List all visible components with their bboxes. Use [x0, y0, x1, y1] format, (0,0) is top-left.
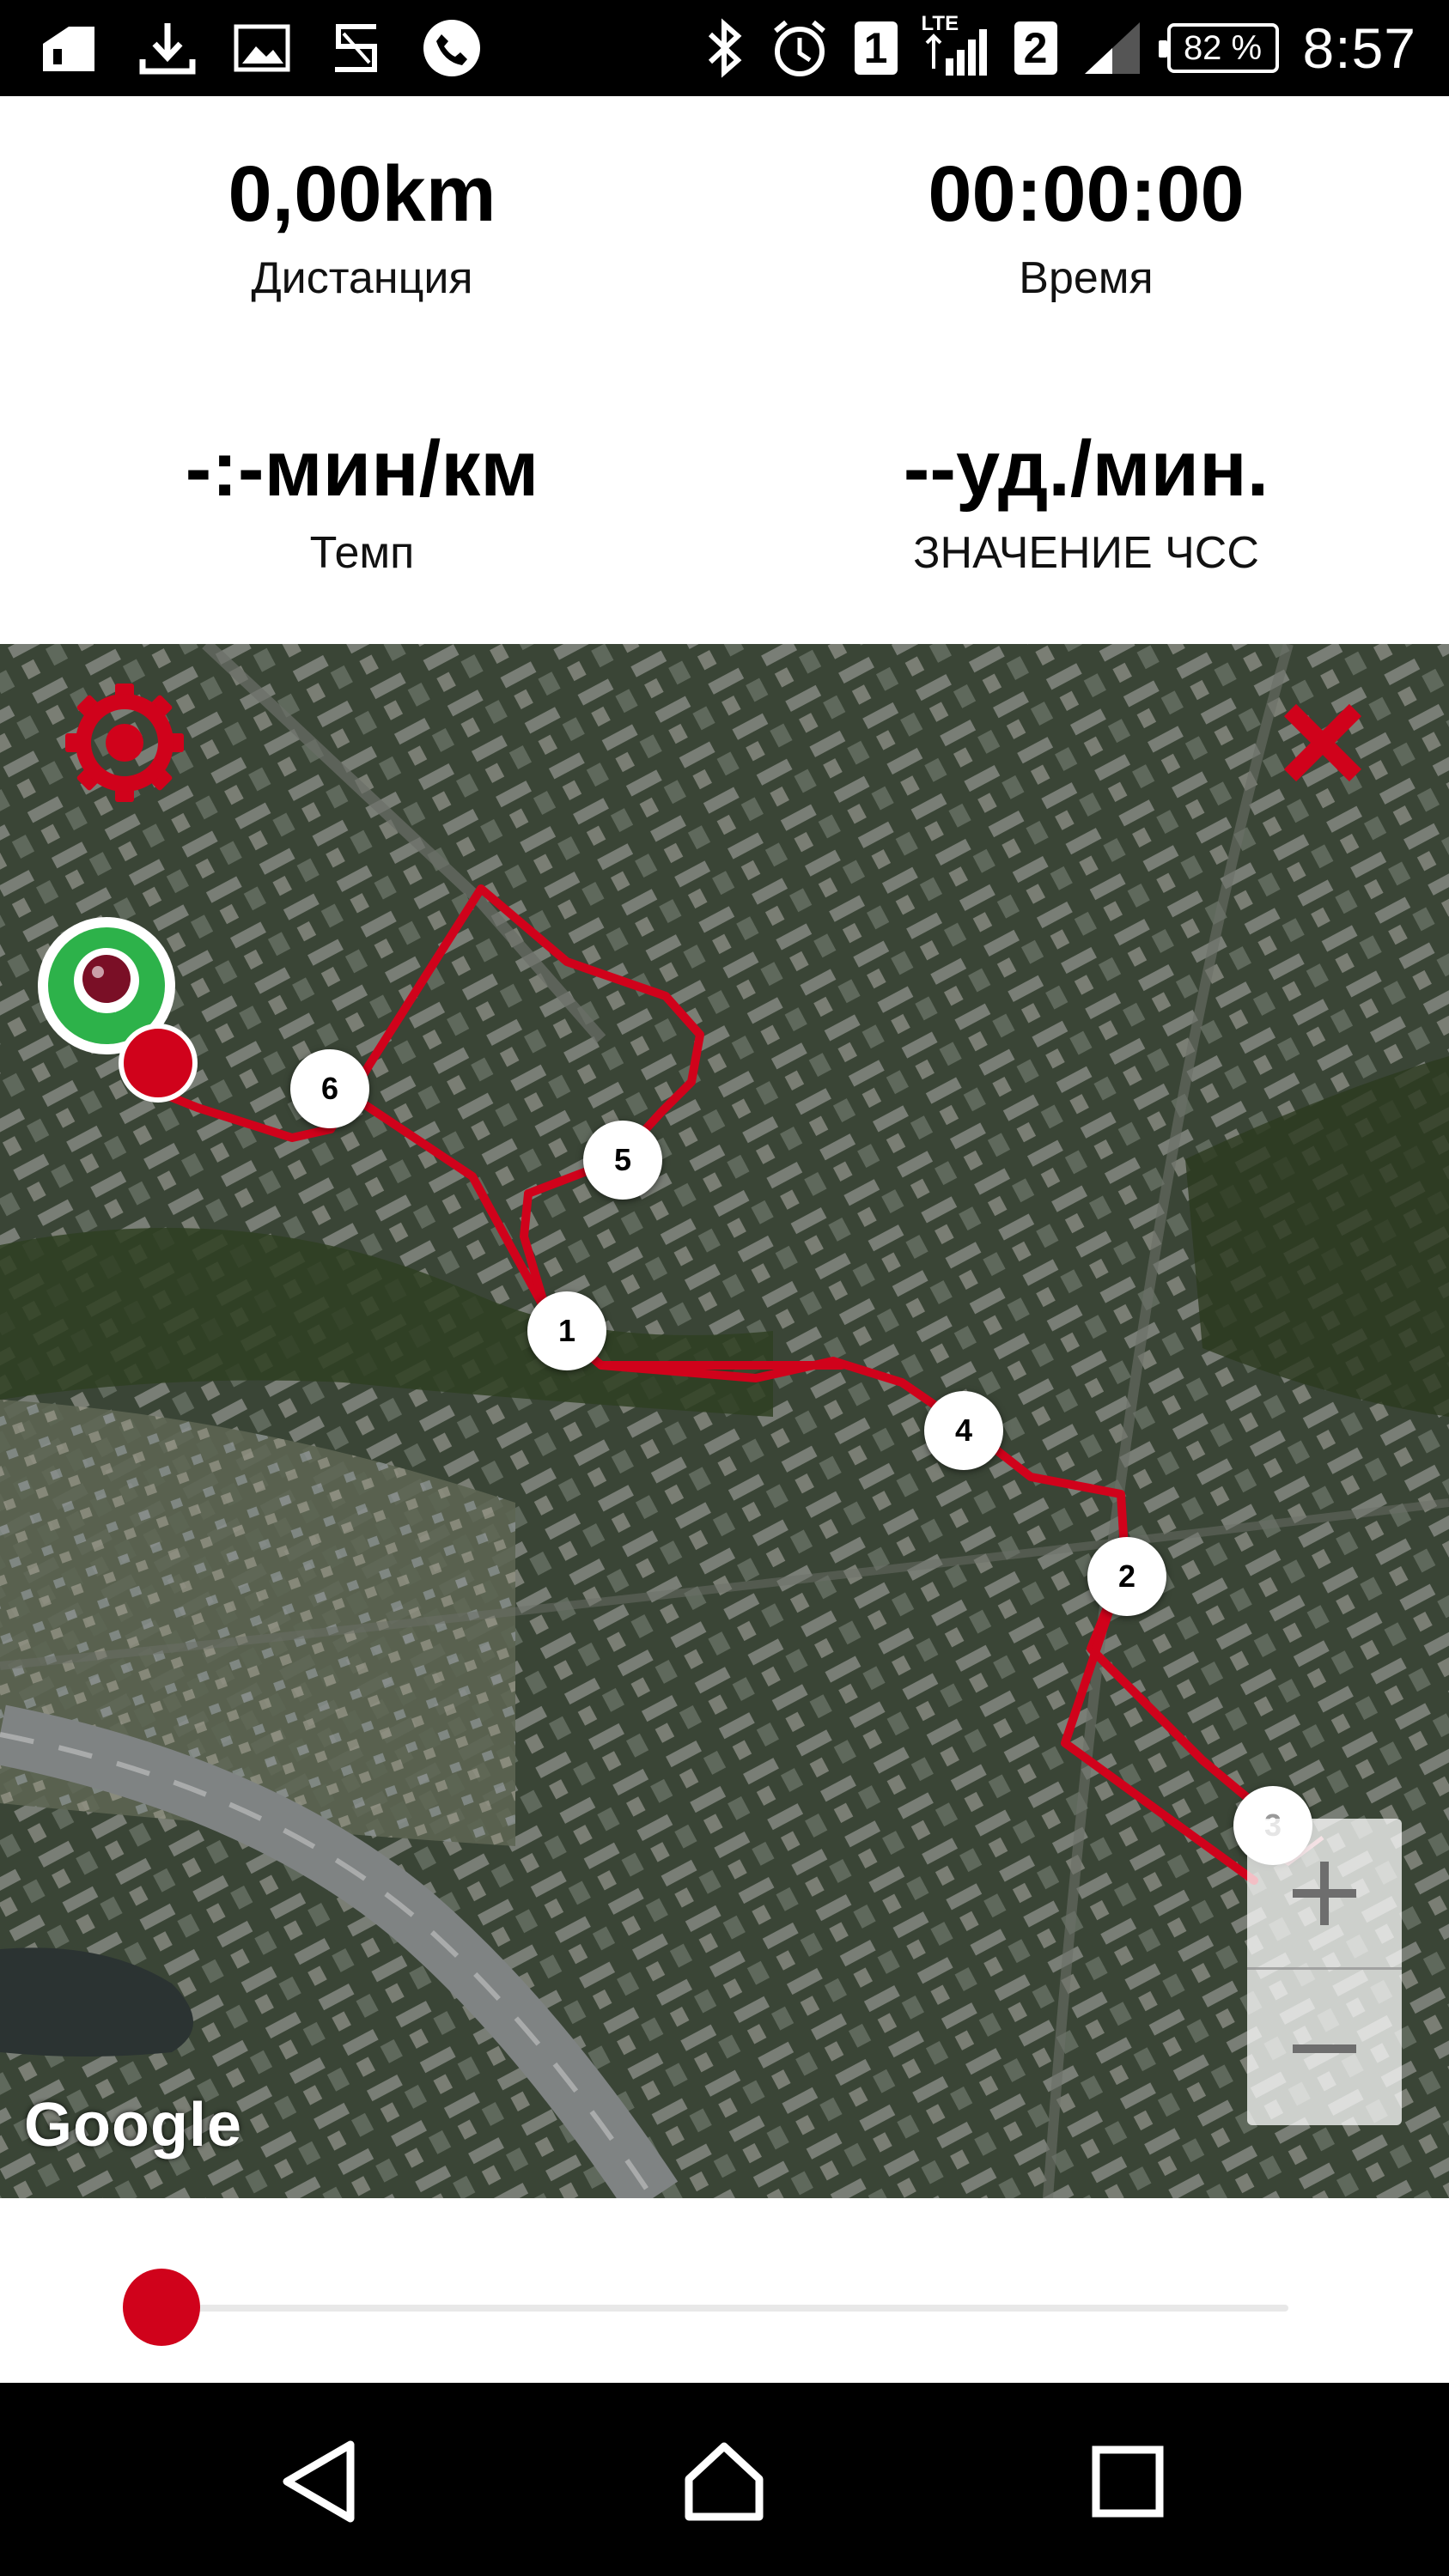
back-button[interactable] — [266, 2426, 378, 2537]
distance-label: Дистанция — [251, 253, 473, 303]
minus-icon — [1293, 2044, 1356, 2053]
zoom-in-button[interactable] — [1247, 1819, 1402, 1970]
bluetooth-icon — [705, 17, 745, 79]
route-marker[interactable]: 2 — [1087, 1537, 1166, 1616]
zoom-out-button[interactable] — [1247, 1973, 1402, 2124]
sim2-badge: 2 — [1014, 21, 1057, 75]
marker-label: 6 — [320, 1071, 339, 1106]
time-stat: 00:00:00 Время — [724, 155, 1448, 301]
heart-rate-value: --уд./мин. — [903, 425, 1269, 513]
plus-icon — [1293, 1861, 1356, 1925]
google-attribution: Google — [24, 2091, 242, 2160]
back-icon — [283, 2440, 355, 2523]
close-icon — [1283, 703, 1362, 782]
marker-label: 4 — [954, 1413, 973, 1448]
route-marker[interactable]: 4 — [924, 1391, 1003, 1470]
home-icon — [685, 2442, 764, 2521]
battery-indicator: 82 % — [1158, 23, 1279, 73]
phone-call-icon — [421, 17, 483, 79]
route-marker[interactable]: 5 — [583, 1121, 662, 1200]
close-button[interactable] — [1280, 700, 1366, 786]
marker-label: 2 — [1117, 1558, 1136, 1594]
settings-button[interactable] — [60, 678, 189, 807]
status-bar: 1 LTE 2 82 % 8:57 — [0, 0, 1449, 96]
playback-slider[interactable] — [0, 2198, 1449, 2383]
signal-icon: LTE — [922, 12, 990, 79]
status-right-icons: 1 LTE 2 82 % 8:57 — [705, 0, 1416, 96]
download-icon — [137, 18, 198, 78]
route-marker[interactable]: 1 — [527, 1291, 606, 1370]
distance-stat: 0,00km Дистанция — [0, 155, 724, 301]
navigation-bar — [0, 2383, 1449, 2576]
start-point-marker — [119, 1024, 198, 1103]
recent-apps-icon — [1092, 2445, 1164, 2518]
route-map[interactable]: 1 2 3 4 5 6 — [0, 644, 1449, 2198]
marker-label: 5 — [613, 1142, 632, 1177]
slider-thumb[interactable] — [123, 2269, 200, 2346]
heart-rate-stat: --уд./мин. ЗНАЧЕНИЕ ЧСС — [724, 429, 1448, 575]
slider-track[interactable] — [161, 2305, 1288, 2312]
sim-card-icon — [34, 18, 103, 78]
distance-value: 0,00km — [228, 150, 496, 238]
lte-label: LTE — [921, 12, 959, 35]
heart-rate-label: ЗНАЧЕНИЕ ЧСС — [913, 528, 1259, 578]
route-marker[interactable]: 6 — [290, 1049, 369, 1128]
clock: 8:57 — [1302, 16, 1416, 80]
alarm-icon — [769, 17, 831, 79]
marker-label: 1 — [557, 1313, 576, 1348]
pace-value: -:-мин/км — [185, 425, 539, 513]
sim1-badge: 1 — [854, 21, 898, 75]
time-value: 00:00:00 — [928, 150, 1245, 238]
s-app-icon — [326, 18, 387, 78]
home-button[interactable] — [668, 2426, 780, 2537]
image-icon — [232, 22, 292, 74]
status-left-icons — [34, 0, 483, 96]
time-label: Время — [1019, 253, 1154, 303]
satellite-imagery[interactable] — [0, 644, 1449, 2198]
pace-stat: -:-мин/км Темп — [0, 429, 724, 575]
pace-label: Темп — [309, 528, 415, 578]
recent-apps-button[interactable] — [1072, 2426, 1184, 2537]
zoom-controls — [1247, 1819, 1402, 2125]
gear-icon — [65, 683, 184, 802]
workout-stats: 0,00km Дистанция 00:00:00 Время -:-мин/к… — [0, 96, 1449, 644]
signal-icon — [1081, 17, 1143, 79]
